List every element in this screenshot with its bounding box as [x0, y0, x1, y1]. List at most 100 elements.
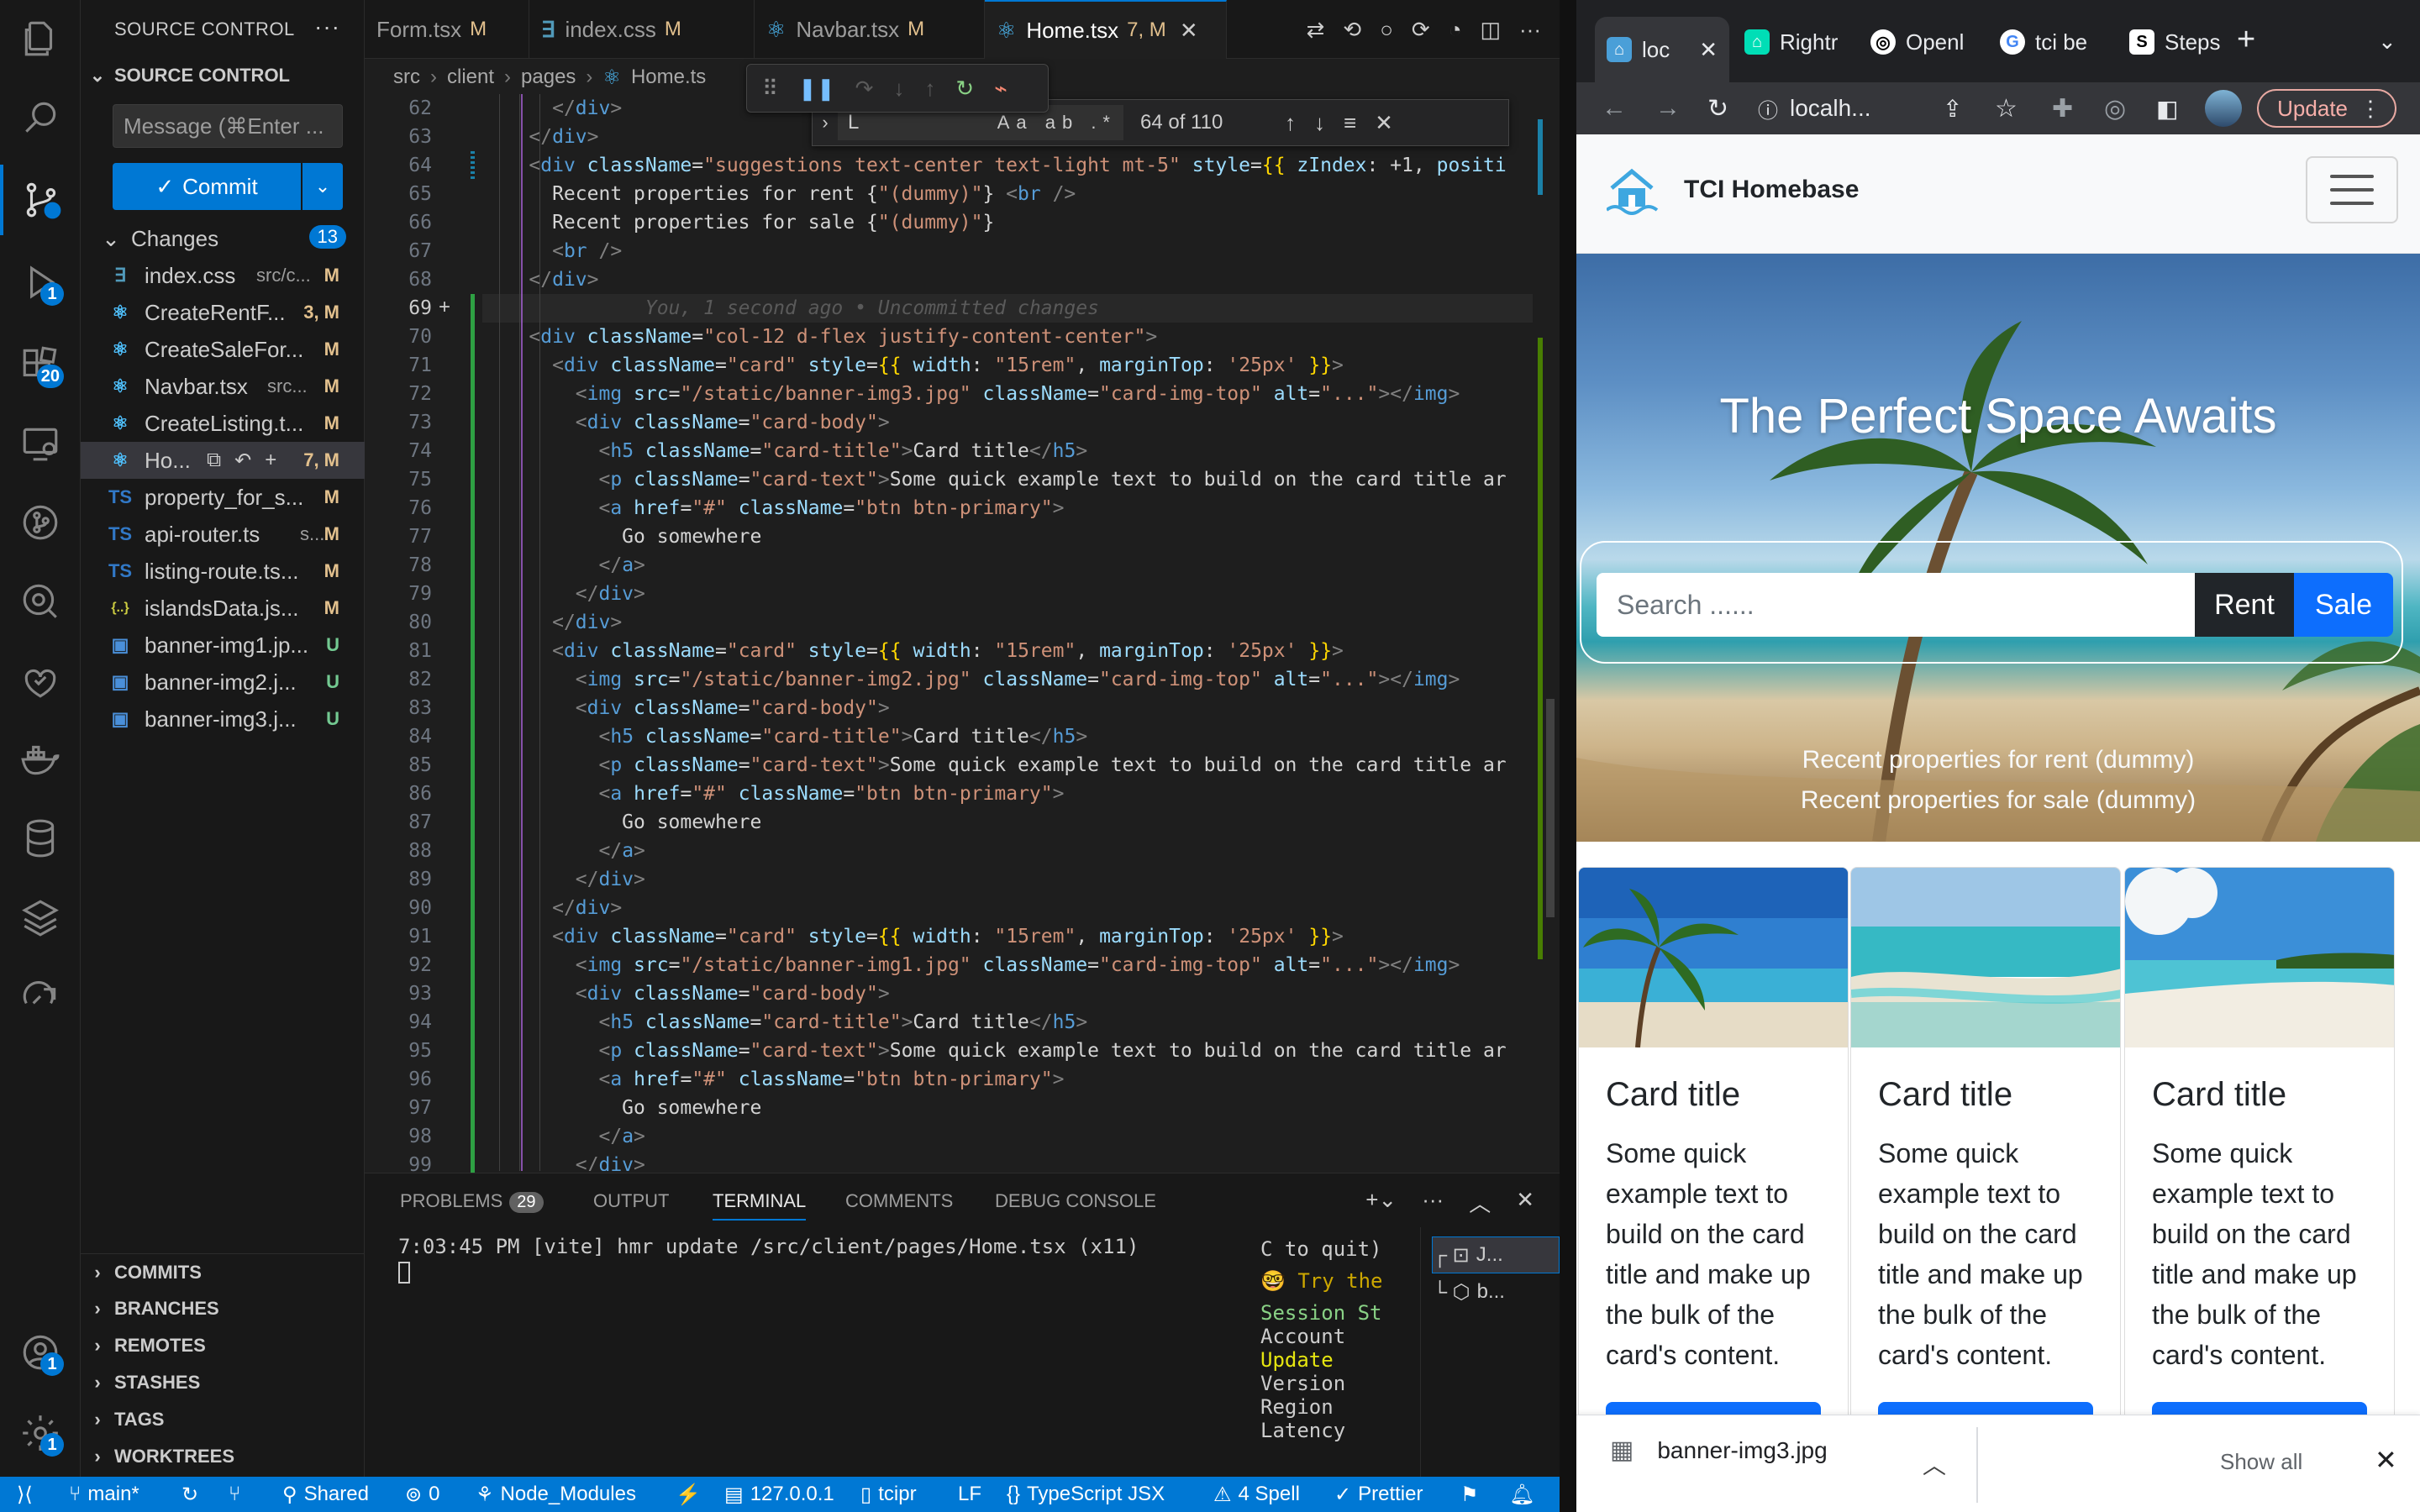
search-input[interactable]: Search ......: [1597, 573, 2195, 637]
changed-file-row[interactable]: {..} islandsData.js... M: [81, 590, 365, 627]
changed-file-row[interactable]: ▣ banner-img1.jp... U: [81, 627, 365, 664]
section-remotes[interactable]: › REMOTES: [81, 1327, 365, 1364]
language-status[interactable]: {} TypeScript JSX: [1007, 1477, 1165, 1512]
search-icon[interactable]: [0, 82, 81, 153]
changes-group-header[interactable]: ⌄ Changes 13: [81, 220, 365, 257]
chevron-up-icon[interactable]: ︿: [1923, 1447, 1946, 1481]
notifications-bell-icon[interactable]: 🔔︎: [1509, 1477, 1534, 1512]
settings-gear-icon[interactable]: 1: [0, 1398, 81, 1468]
changed-file-row[interactable]: TS listing-route.ts... M: [81, 553, 365, 590]
go-back-icon[interactable]: ⟲: [1343, 17, 1361, 43]
section-tags[interactable]: › TAGS: [81, 1401, 365, 1438]
disconnect-icon[interactable]: ⌁: [994, 76, 1007, 102]
section-commits[interactable]: › COMMITS: [81, 1253, 365, 1290]
terminal-split-output[interactable]: C to quit) 🤓 Try the Session St Account Upda…: [1260, 1237, 1386, 1478]
extensions-puzzle-icon[interactable]: ✚: [2052, 82, 2073, 134]
close-icon[interactable]: ✕: [1375, 110, 1393, 136]
terminal-item[interactable]: └ ⬡ b...: [1433, 1274, 1559, 1310]
browser-tab-steps[interactable]: S Steps: [2118, 17, 2244, 67]
ports-status[interactable]: ⊚ 0: [405, 1477, 439, 1512]
db-host-status[interactable]: ▤ 127.0.0.1: [724, 1477, 834, 1512]
sale-button[interactable]: Sale: [2294, 573, 2393, 637]
close-icon[interactable]: ✕: [1699, 37, 1718, 63]
step-into-icon[interactable]: ↓: [893, 76, 904, 102]
show-all-link[interactable]: Show all: [2220, 1449, 2302, 1475]
changed-file-row[interactable]: ⚛ Navbar.tsx src... M: [81, 368, 365, 405]
commit-dropdown-button[interactable]: ⌄: [302, 163, 343, 210]
accounts-icon[interactable]: 1: [0, 1317, 81, 1388]
next-match-icon[interactable]: ↓: [1314, 110, 1325, 136]
git-graph-icon[interactable]: [0, 487, 81, 558]
db-name-status[interactable]: ▯ tcipr: [860, 1477, 917, 1512]
next-change-icon[interactable]: ⟳: [1412, 17, 1430, 43]
tab-form-tsx[interactable]: Form.tsx M: [365, 0, 529, 59]
pause-icon[interactable]: ❚❚: [798, 76, 835, 102]
node-modules-status[interactable]: ⚘ Node_Modules: [476, 1477, 636, 1512]
stage-changes-icon[interactable]: +: [265, 449, 276, 473]
drag-handle-icon[interactable]: ⠿: [762, 76, 778, 102]
changed-file-row[interactable]: ⚛ Ho... ⧉ ↶ +7, M: [81, 442, 365, 479]
profile-avatar[interactable]: [2205, 82, 2242, 134]
more-actions-icon[interactable]: ···: [1422, 1187, 1444, 1218]
tab-navbar-tsx[interactable]: ⚛ Navbar.tsx M: [755, 0, 985, 59]
browser-tab-google[interactable]: G tci be: [1988, 17, 2114, 67]
discard-changes-icon[interactable]: ↶: [234, 449, 251, 473]
tab-comments[interactable]: COMMENTS: [845, 1190, 953, 1212]
terminal-output[interactable]: 7:03:45 PM [vite] hmr update /src/client…: [398, 1234, 1139, 1284]
side-panel-icon[interactable]: ◧: [2156, 82, 2178, 134]
changed-file-row[interactable]: TS property_for_s... M: [81, 479, 365, 516]
split-editor-icon[interactable]: ◫: [1480, 17, 1501, 43]
tab-output[interactable]: OUTPUT: [593, 1190, 669, 1212]
open-file-icon[interactable]: ⧉: [207, 449, 221, 473]
breadcrumb-item[interactable]: pages: [521, 66, 576, 89]
tab-debug-console[interactable]: DEBUG CONSOLE: [995, 1190, 1156, 1212]
rent-button[interactable]: Rent: [2195, 573, 2294, 637]
timeline-icon[interactable]: ◔: [1449, 17, 1462, 43]
download-item[interactable]: ▦ banner-img3.jpg: [1610, 1436, 1828, 1465]
new-tab-icon[interactable]: +: [2237, 22, 2255, 58]
brand[interactable]: TCI Homebase: [1607, 165, 1859, 215]
source-control-icon[interactable]: [0, 165, 81, 235]
terminal-item[interactable]: ┌ ⊡ J...: [1432, 1236, 1560, 1273]
more-actions-icon[interactable]: ···: [314, 13, 340, 40]
new-terminal-icon[interactable]: +⌄: [1365, 1187, 1397, 1218]
card-button[interactable]: [1606, 1402, 1821, 1415]
section-worktrees[interactable]: › WORKTREES: [81, 1438, 365, 1475]
changed-file-row[interactable]: ⚛ CreateSaleFor... M: [81, 331, 365, 368]
update-button[interactable]: Update ⋮: [2257, 89, 2396, 128]
docker-icon[interactable]: [0, 724, 81, 795]
prettier-status[interactable]: ✓ Prettier: [1334, 1477, 1423, 1512]
reload-icon[interactable]: ↻: [1707, 82, 1728, 134]
restart-icon[interactable]: ↻: [955, 76, 974, 102]
live-share-status[interactable]: ⚲ Shared: [282, 1477, 369, 1512]
remote-indicator-icon[interactable]: ⟩⟨: [17, 1477, 33, 1512]
explorer-icon[interactable]: [0, 3, 81, 74]
step-over-icon[interactable]: ↷: [855, 76, 874, 102]
changed-file-row[interactable]: ▣ banner-img2.j... U: [81, 664, 365, 701]
section-stashes[interactable]: › STASHES: [81, 1364, 365, 1401]
source-control-section-header[interactable]: ⌄ SOURCE CONTROL: [81, 57, 365, 94]
changed-file-row[interactable]: TS api-router.ts s... M: [81, 516, 365, 553]
card-button[interactable]: [2152, 1402, 2367, 1415]
changed-file-row[interactable]: ∃ index.css src/c... M: [81, 257, 365, 294]
database-icon[interactable]: [0, 803, 81, 874]
feedback-icon[interactable]: ⚑: [1460, 1477, 1479, 1512]
previous-change-icon[interactable]: ○: [1380, 17, 1393, 43]
tab-index-css[interactable]: ∃ index.css M: [529, 0, 755, 59]
extensions-icon[interactable]: 20: [0, 329, 81, 400]
lightning-icon[interactable]: ⚡: [676, 1477, 701, 1512]
browser-tab-rightmove[interactable]: ⌂ Rightr: [1733, 17, 1855, 67]
commit-button[interactable]: ✓ Commit: [113, 163, 301, 210]
close-icon[interactable]: ✕: [1516, 1187, 1534, 1218]
close-icon[interactable]: ✕: [1180, 18, 1198, 44]
live-share-icon[interactable]: [0, 645, 81, 716]
layers-icon[interactable]: [0, 882, 81, 953]
toggle-replace-icon[interactable]: ›: [813, 112, 838, 134]
previous-match-icon[interactable]: ↑: [1285, 110, 1296, 136]
section-branches[interactable]: › BRANCHES: [81, 1290, 365, 1327]
code-editor[interactable]: </div> </div> <div className="suggestion…: [482, 94, 1533, 1171]
changed-file-row[interactable]: ⚛ CreateListing.t... M: [81, 405, 365, 442]
changed-file-row[interactable]: ⚛ CreateRentF... 3, M: [81, 294, 365, 331]
breadcrumb-item[interactable]: client: [447, 66, 494, 89]
branch-status[interactable]: ⑂ main*: [69, 1477, 139, 1512]
